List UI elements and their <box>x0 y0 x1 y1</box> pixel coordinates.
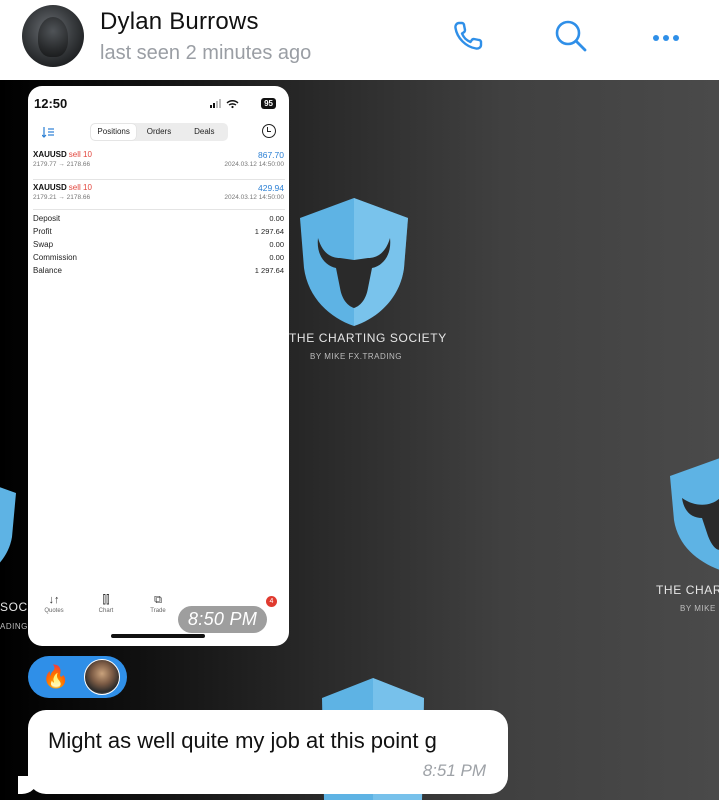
watermark-sub: BY MIKE FX.TRADING <box>310 352 402 361</box>
photo-timestamp: 8:50 PM <box>178 606 268 633</box>
summary-row: Deposit 0.00 <box>33 214 285 227</box>
contact-name[interactable]: Dylan Burrows <box>100 8 259 36</box>
reactor-avatar <box>84 659 120 695</box>
notification-badge: 4 <box>266 596 277 607</box>
tab-label: Quotes <box>44 608 64 614</box>
summary-row: Swap 0.00 <box>33 240 285 253</box>
summary-value: 1 297.64 <box>254 227 284 236</box>
summary-value: 0.00 <box>269 253 284 262</box>
summary-value: 1 297.64 <box>254 266 284 275</box>
watermark-brand-partial: THE CHART <box>656 583 719 597</box>
shield-logo-icon <box>0 487 16 563</box>
tab-quotes[interactable]: ↓↑ Quotes <box>34 592 74 614</box>
tab-chart[interactable]: ⫿⫿ Chart <box>86 592 126 614</box>
message-text: Might as well quite my job at this point… <box>48 728 437 753</box>
watermark-sub-partial: BY MIKE <box>680 604 716 613</box>
tab-label: Trade <box>150 608 166 614</box>
summary-label: Deposit <box>33 214 61 223</box>
summary-value: 0.00 <box>269 240 284 249</box>
watermark-sub-partial: ADING <box>0 622 28 631</box>
tab-orders[interactable]: Orders <box>136 124 181 140</box>
contact-avatar[interactable] <box>22 5 84 67</box>
phone-clock: 12:50 <box>34 96 68 111</box>
summary-label: Balance <box>33 266 62 275</box>
text-message[interactable]: Might as well quite my job at this point… <box>18 710 508 794</box>
fire-emoji-icon: 🔥 <box>42 664 70 689</box>
summary-value: 0.00 <box>269 214 284 223</box>
position-profit: 867.70 <box>258 150 284 160</box>
position-row[interactable]: XAUUSD sell 10 2179.21 → 2178.66 429.94 2… <box>33 183 285 211</box>
search-icon[interactable] <box>549 14 593 58</box>
watermark-brand-partial: SOCI <box>0 600 32 614</box>
position-prices: 2179.77 → 2178.66 <box>33 161 91 168</box>
summary-label: Commission <box>33 253 78 262</box>
summary-row: Commission 0.00 <box>33 253 285 266</box>
position-symbol: XAUUSD <box>33 183 67 192</box>
message-timestamp: 8:51 PM <box>422 761 486 780</box>
position-row[interactable]: XAUUSD sell 10 2179.77 → 2178.66 867.70 2… <box>33 150 285 178</box>
tab-label: Chart <box>98 608 114 614</box>
summary-row: Profit 1 297.64 <box>33 227 285 240</box>
more-icon[interactable] <box>644 14 688 58</box>
watermark-brand: THE CHARTING SOCIETY <box>289 331 447 345</box>
sort-icon <box>42 127 54 138</box>
reaction-pill[interactable]: 🔥 <box>28 656 127 698</box>
chat-header: Dylan Burrows last seen 2 minutes ago <box>0 0 719 80</box>
position-side: sell 10 <box>68 183 92 192</box>
summary-label: Swap <box>33 240 54 249</box>
history-clock-icon <box>262 124 276 138</box>
signal-wifi-icon <box>210 99 239 109</box>
position-date: 2024.03.12 14:50:00 <box>224 194 284 201</box>
quotes-icon: ↓↑ <box>48 594 60 606</box>
positions-segmented-control: Positions Orders Deals <box>90 123 228 141</box>
position-side: sell 10 <box>68 150 92 159</box>
position-profit: 429.94 <box>258 183 284 193</box>
contact-status: last seen 2 minutes ago <box>100 42 312 64</box>
home-indicator <box>111 634 205 638</box>
shield-logo-icon <box>670 458 719 570</box>
position-symbol: XAUUSD <box>33 150 67 159</box>
shield-logo-icon <box>300 198 408 326</box>
position-date: 2024.03.12 14:50:00 <box>224 161 284 168</box>
tab-deals[interactable]: Deals <box>182 124 227 140</box>
summary-row: Balance 1 297.64 <box>33 266 285 279</box>
account-summary: Deposit 0.00 Profit 1 297.64 Swap 0.00 Comm… <box>33 214 285 279</box>
phone-icon[interactable] <box>446 14 490 58</box>
trade-chart-icon: ⧉ <box>154 594 162 606</box>
tab-positions[interactable]: Positions <box>91 124 137 140</box>
battery-badge: 95 <box>261 98 276 109</box>
phone-status-bar: 95 <box>210 98 276 110</box>
position-prices: 2179.21 → 2178.66 <box>33 194 91 201</box>
tab-trade[interactable]: ⧉ Trade <box>138 592 178 614</box>
candles-icon: ⫿⫿ <box>102 594 110 606</box>
summary-label: Profit <box>33 227 52 236</box>
divider <box>33 209 285 210</box>
divider <box>33 179 285 180</box>
